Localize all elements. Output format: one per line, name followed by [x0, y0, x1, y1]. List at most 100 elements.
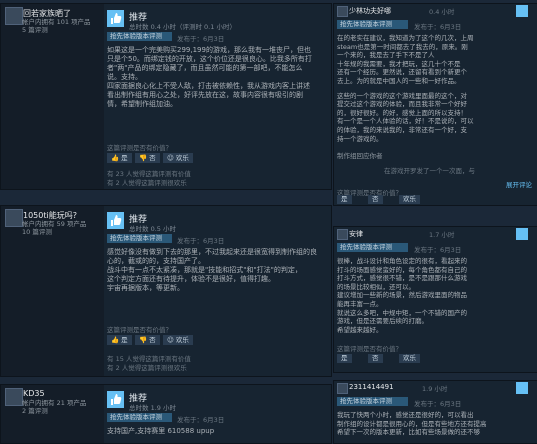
avatar[interactable]: [5, 209, 23, 227]
reviewer-panel: 1050ti能玩吗? 帐户内拥有 59 项产品 10 篇评测: [1, 206, 104, 376]
review-card: 少林功夫好哪 0.4 小时 抢先体验版本评测 发布于：6月3日 在的老实在建议，…: [333, 3, 537, 175]
reviewer-name[interactable]: KD35: [23, 389, 45, 398]
vote-yes-label: 是: [121, 154, 128, 162]
review-line: 很棒，战斗设计和角色设定的很有，看起来的: [337, 257, 467, 265]
review-line: 打斗的场面感觉蛮好的，每个角色都有自己的: [337, 265, 467, 274]
early-access-badge: 抢先体验版本评测: [107, 32, 172, 41]
helpful-question: 这篇评测是否有价值？: [107, 144, 172, 152]
review-line: 这个判定方面还有待提升，体验不是很好，值得打趣。: [107, 275, 275, 283]
review-body: 很棒，战斗设计和角色设定的很有，看起来的 打斗的场面感觉蛮好的，每个角色都有自己…: [337, 257, 467, 334]
reviewer-reviews[interactable]: 5 篇评测: [22, 26, 102, 34]
review-hours: 1.7 小时: [429, 231, 455, 239]
early-access-badge: 抢先体验版本评测: [107, 413, 172, 422]
review-hours: 1.9 小时: [422, 385, 448, 393]
vote-funny-label: 欢乐: [175, 154, 189, 162]
reviewer-products[interactable]: 帐户内拥有 101 项产品: [22, 18, 102, 26]
review-line: 的场景比较相似，还可以。: [337, 282, 415, 291]
vote-funny-button[interactable]: ☺ 欢乐: [163, 335, 193, 345]
review-line: 持一个游戏的。: [337, 134, 383, 143]
avatar[interactable]: [5, 7, 23, 25]
review-line: 打斗方式，感觉很不错，是不是跟那什么游戏: [337, 274, 467, 283]
vote-funny-label: 欢乐: [403, 195, 416, 203]
review-hours: 总时数 1.9 小时: [129, 404, 176, 412]
vote-yes-button[interactable]: 是: [337, 354, 352, 363]
review-card: 安律 1.7 小时 抢先体验版本评测 发布于：6月3日 很棒，战斗设计和角色设定…: [333, 226, 537, 373]
vote-no-button[interactable]: 否: [368, 354, 383, 363]
review-body: 支持国产,支持赛里 610588 upup: [107, 427, 325, 436]
vote-funny-button[interactable]: 欢乐: [399, 354, 420, 363]
funny-count: 有 2 人觉得这篇评测很欢乐: [107, 179, 187, 187]
reviewer-panel: KD35 帐户内拥有 21 项产品 2 篇评测: [1, 385, 104, 443]
review-body: 感觉好像没有做到下去的那里，不过我起来还是很宽得到制作组的良 心的，截或的的，支…: [107, 248, 325, 293]
vote-yes-label: 是: [341, 195, 348, 203]
early-access-badge: 抢先体验版本评测: [337, 243, 408, 252]
posted-date: 发布于：6月3日: [177, 35, 225, 43]
reviewer-name[interactable]: 安律: [349, 229, 363, 239]
vote-yes-button[interactable]: 是: [337, 195, 352, 204]
review-line: 如果这是一个完美购买299,199的游戏，那么我有一堆丧尸，但也: [107, 46, 311, 54]
review-line: 心的，截或的的，支持国产了。: [107, 257, 205, 265]
review-line: 希望下一次的版本更新，比如有些场景做的还不够: [337, 428, 480, 437]
review-line: 建议增加一些新的场景，然后游戏里面的物品: [337, 291, 467, 300]
vote-yes-button[interactable]: 👍 是: [107, 153, 132, 163]
avatar[interactable]: [5, 388, 23, 406]
review-hours: 0.4 小时: [429, 8, 455, 16]
helpful-question: 这篇评测是否有价值？: [107, 326, 172, 334]
posted-date: 发布于：6月3日: [177, 416, 225, 424]
thumbs-up-icon: [516, 228, 528, 240]
review-line: 一个来的，我是去了手下不是了人: [337, 51, 435, 60]
avatar[interactable]: [337, 229, 348, 240]
review-line: steam也是第一时间都去了我去的，原来。刚: [337, 42, 468, 51]
vote-funny-label: 欢乐: [175, 336, 189, 344]
vote-funny-label: 欢乐: [403, 354, 416, 362]
review-line: 的，很好很好。的好，感觉上面的所以支持！: [337, 108, 467, 117]
vote-funny-button[interactable]: ☺ 欢乐: [163, 153, 193, 163]
review-line: 有一个是一个人体验的话，好！不是说的，可以: [337, 117, 474, 126]
reviewer-products[interactable]: 帐户内拥有 59 项产品: [22, 220, 102, 228]
review-line: 提交过这个游戏的体验，而且我非常一个好好: [337, 100, 467, 109]
thumbs-up-icon: [107, 212, 124, 229]
thumbs-up-icon: [107, 10, 124, 27]
reviewer-panel: 回若家族晒了 帐户内拥有 101 项产品 5 篇评测: [1, 4, 104, 189]
vote-no-button[interactable]: 👎 否: [135, 335, 160, 345]
dev-response[interactable]: 制作组回应你者: [337, 152, 383, 161]
review-card: 2311414491 1.9 小时 抢先体验版本评测 发布于：6月3日 我玩了快…: [333, 380, 537, 444]
vote-no-button[interactable]: 👎 否: [135, 153, 160, 163]
review-body: 我玩了快两个小时，感觉还是很好的，可以看出 制作组的设计都是很用心的，但是有些地…: [337, 411, 487, 437]
reviewer-name[interactable]: 少林功夫好哪: [349, 6, 391, 16]
review-line: 战斗中有一点不太紧凑，那就是"技能和招式"和"打法"的判定，: [107, 266, 302, 274]
review-content: 推荐 总时数 0.4 小时（评测时 0.1 小时） 抢先体验版本评测 发布于：6…: [107, 10, 327, 187]
posted-date: 发布于：6月3日: [414, 400, 462, 408]
review-line: 去上。为的就是中国人的一些和一好作品。: [337, 76, 461, 85]
review-line: 还有一个经历。更然说，还留有看到个新更个: [337, 68, 467, 77]
review-body: 在的老实在建议，我知道为了这个的几次，上周 steam也是第一时间都去了我去的，…: [337, 34, 474, 143]
review-line: 宇宙再据版本，等更新。: [107, 284, 184, 292]
vote-yes-button[interactable]: 👍 是: [107, 335, 132, 345]
review-card: 1050ti能玩吗? 帐户内拥有 59 项产品 10 篇评测 推荐 总时数 0.…: [0, 205, 332, 377]
avatar[interactable]: [337, 6, 348, 17]
reviewer-reviews[interactable]: 2 篇评测: [22, 407, 102, 415]
vote-no-label: 否: [372, 195, 379, 203]
review-line: 支持国产,支持赛里 610588 upup: [107, 427, 215, 435]
review-card: 回若家族晒了 帐户内拥有 101 项产品 5 篇评测 推荐 总时数 0.4 小时…: [0, 3, 332, 190]
review-line: 感觉好像没有做到下去的那里，不过我起来还是很宽得到制作组的良: [107, 248, 317, 256]
review-line: 说。支持。: [107, 73, 142, 81]
reviews-left-column: 回若家族晒了 帐户内拥有 101 项产品 5 篇评测 推荐 总时数 0.4 小时…: [0, 0, 332, 444]
expand-link[interactable]: 展开评论: [506, 179, 532, 189]
vote-no-label: 否: [149, 336, 156, 344]
reviewer-products[interactable]: 帐户内拥有 21 项产品: [22, 399, 102, 407]
review-line: 四家面据良心化上不受人敌，打击被依赖性，我从游戏内客上讲述: [107, 82, 310, 90]
review-line: 看出制作组有用心之处，好评先放在这，故事内容很有吸引的剧: [107, 91, 303, 99]
reviewer-reviews[interactable]: 10 篇评测: [22, 228, 102, 236]
funny-count: 有 2 人觉得这篇评测很欢乐: [107, 364, 187, 372]
vote-no-button[interactable]: 否: [368, 195, 383, 204]
review-content: 推荐 总时数 0.5 小时 抢先体验版本评测 发布于：6月3日 感觉好像没有做到…: [107, 212, 327, 372]
early-access-badge: 抢先体验版本评测: [107, 234, 172, 243]
avatar[interactable]: [337, 383, 348, 394]
vote-funny-button[interactable]: 欢乐: [399, 195, 420, 204]
review-line: 希望越来越好。: [337, 325, 383, 334]
review-content: 推荐 总时数 1.9 小时 抢先体验版本评测 发布于：6月3日 支持国产,支持赛…: [107, 391, 327, 443]
vote-yes-label: 是: [121, 336, 128, 344]
reviewer-name[interactable]: 2311414491: [349, 383, 394, 391]
review-body: 如果这是一个完美购买299,199的游戏，那么我有一堆丧尸，但也 只是个50。而…: [107, 46, 325, 109]
